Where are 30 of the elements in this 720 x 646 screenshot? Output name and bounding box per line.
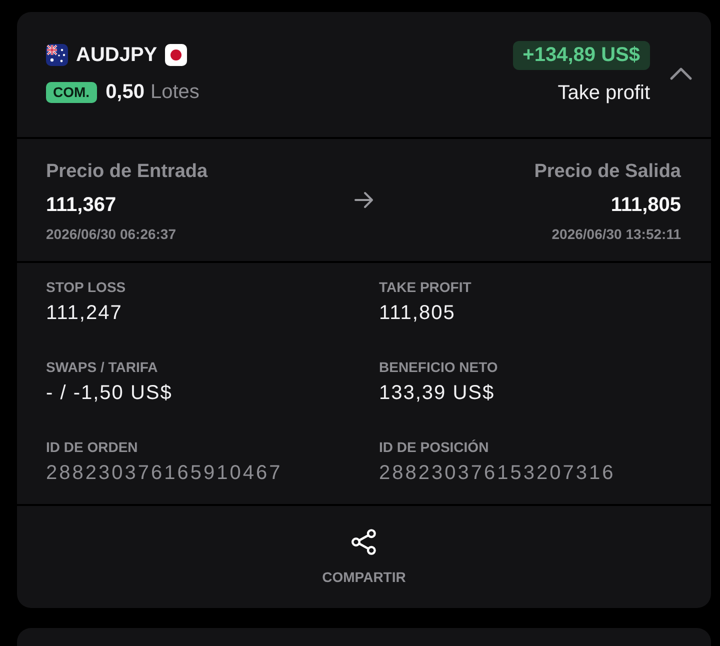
share-button[interactable]: COMPARTIR	[322, 529, 406, 586]
detail-label: BENEFICIO NETO	[379, 358, 498, 376]
volume-value: 0,50	[106, 80, 144, 104]
flag-icon	[46, 44, 68, 66]
order-type-badge: COM.	[46, 82, 97, 102]
detail-label: ID DE ORDEN	[46, 438, 138, 456]
detail-value: - / -1,50 US$	[46, 381, 172, 405]
close-reason: Take profit	[558, 81, 650, 105]
price-value: 111,367	[46, 193, 116, 217]
detail-value: 288230376153207316	[379, 461, 616, 485]
detail-label: STOP LOSS	[46, 278, 126, 296]
detail-value: 111,247	[46, 301, 122, 325]
price-time: 2026/06/30 06:26:37	[46, 225, 176, 243]
arrow-right-icon	[354, 190, 374, 208]
profit-badge: +134,89 US$	[512, 41, 650, 70]
chevron-up-icon[interactable]	[670, 67, 692, 80]
flag-icon	[165, 44, 188, 66]
detail-value: 111,805	[379, 301, 456, 325]
price-time: 2026/06/30 13:52:11	[552, 225, 681, 243]
price-value: 111,805	[610, 193, 681, 217]
share-icon	[350, 529, 377, 555]
detail-value: 133,39 US$	[379, 381, 495, 405]
detail-label: TAKE PROFIT	[379, 278, 472, 296]
detail-label: SWAPS / TARIFA	[46, 358, 158, 376]
volume-unit: Lotes	[150, 80, 200, 104]
detail-label: ID DE POSICIÓN	[379, 438, 489, 456]
detail-value: 288230376165910467	[46, 461, 282, 485]
symbol-label: AUDJPY	[76, 43, 158, 67]
price-label: Precio de Salida	[534, 160, 681, 184]
price-label: Precio de Entrada	[46, 160, 208, 184]
